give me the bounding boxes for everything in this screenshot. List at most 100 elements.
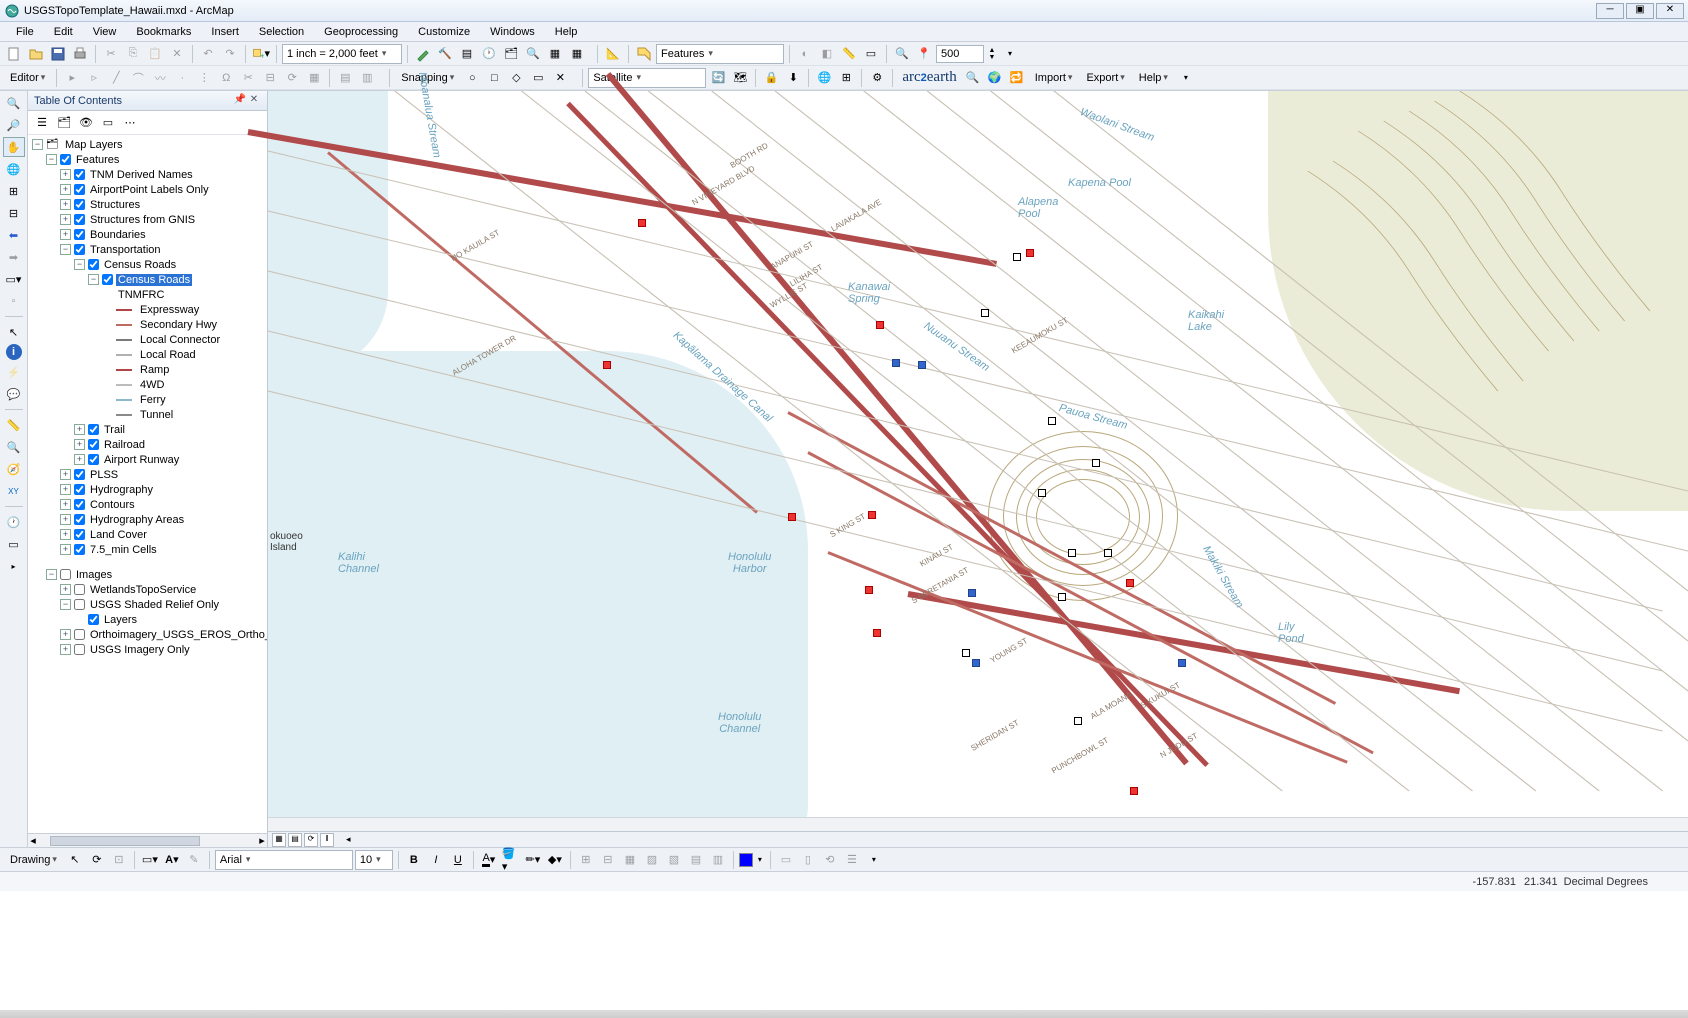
expand-toggle[interactable]: + (60, 229, 71, 240)
toc-symbol-class[interactable]: Secondary Hwy (28, 317, 267, 332)
menu-insert[interactable]: Insert (201, 24, 249, 40)
expand-toggle[interactable]: − (46, 569, 57, 580)
graphic-ops2[interactable]: ▨ (642, 850, 662, 870)
expand-toggle[interactable]: + (60, 469, 71, 480)
toc-layer[interactable]: +Structures from GNIS (28, 212, 267, 227)
toc-layer[interactable]: +7.5_min Cells (28, 542, 267, 557)
expand-toggle[interactable]: + (60, 629, 71, 640)
editor-toolbar-btn[interactable] (413, 44, 433, 64)
order-button[interactable]: ☰ (842, 850, 862, 870)
toc-field-heading[interactable]: TNMFRC (28, 287, 267, 302)
layer-checkbox[interactable] (60, 154, 71, 165)
toc-options[interactable]: ⋯ (120, 113, 140, 133)
layer-checkbox[interactable] (74, 599, 85, 610)
xy-button[interactable]: 📍 (914, 44, 934, 64)
modelbuilder-button[interactable]: 🕐 (479, 44, 499, 64)
snap-intersection[interactable]: ✕ (550, 68, 570, 88)
expand-toggle[interactable]: − (60, 599, 71, 610)
search-button[interactable]: 🔍 (523, 44, 543, 64)
map-scale-input[interactable] (936, 45, 984, 63)
toc-layer[interactable]: +Contours (28, 497, 267, 512)
close-button[interactable]: ✕ (1656, 3, 1684, 19)
pause-drawing-button[interactable]: ‖ (320, 833, 334, 847)
a2e-export-menu[interactable]: Export (1080, 72, 1130, 84)
group-button[interactable]: ⊞ (576, 850, 596, 870)
split-tool[interactable]: ⊟ (260, 68, 280, 88)
layer-checkbox[interactable] (74, 514, 85, 525)
rotate-tool[interactable]: ⟳ (282, 68, 302, 88)
sketch-props[interactable]: ▤ (335, 68, 355, 88)
basemap-combo[interactable]: Satellite (588, 68, 706, 88)
refresh-view-button[interactable]: ⟳ (304, 833, 318, 847)
a2e-down[interactable]: ⬇ (783, 68, 803, 88)
layer-checkbox[interactable] (88, 439, 99, 450)
measure-button[interactable]: 📏 (839, 44, 859, 64)
add-data-button[interactable]: +▾ (251, 44, 271, 64)
current-fill-swatch[interactable] (739, 853, 753, 867)
goto-xy[interactable]: XY (3, 481, 25, 501)
list-by-visibility[interactable]: 👁 (76, 113, 96, 133)
a2e-search[interactable]: 🔍 (963, 68, 983, 88)
a2e-layer[interactable]: 🗺 (730, 68, 750, 88)
text-tool[interactable]: A▾ (162, 850, 182, 870)
layer-checkbox[interactable] (74, 529, 85, 540)
edit-vertices-draw[interactable]: ✎ (184, 850, 204, 870)
toc-close-button[interactable]: ✕ (247, 94, 261, 108)
expand-toggle[interactable]: + (60, 499, 71, 510)
rotate-element[interactable]: ⟳ (87, 850, 107, 870)
edit-tool[interactable]: ▸ (62, 68, 82, 88)
editor-menu[interactable]: Editor (4, 72, 51, 84)
layer-checkbox[interactable] (102, 274, 113, 285)
expand-toggle[interactable]: − (88, 274, 99, 285)
select-elements[interactable]: ↖ (3, 322, 25, 342)
find-button[interactable]: 🔍 (892, 44, 912, 64)
edit-vertices[interactable]: ⋮ (194, 68, 214, 88)
expand-toggle[interactable]: + (74, 424, 85, 435)
find-route[interactable]: 🧭 (3, 459, 25, 479)
toc-symbol-class[interactable]: Tunnel (28, 407, 267, 422)
expand-toggle[interactable]: + (74, 439, 85, 450)
toc-group-transportation[interactable]: −Transportation (28, 242, 267, 257)
point-tool[interactable]: · (172, 68, 192, 88)
a2e-arrows[interactable]: 🔁 (1007, 68, 1027, 88)
fixed-zoom-in[interactable]: ⊞ (3, 181, 25, 201)
expand-toggle[interactable]: + (60, 484, 71, 495)
toolbar-options-3[interactable]: ▾ (864, 850, 884, 870)
toc-layer[interactable]: +Land Cover (28, 527, 267, 542)
toc-layer[interactable]: +PLSS (28, 467, 267, 482)
python-button[interactable]: ▤ (457, 44, 477, 64)
paste-button[interactable]: 📋 (145, 44, 165, 64)
toc-layer[interactable]: +Hydrography (28, 482, 267, 497)
rectangle-tool[interactable]: ▭▾ (140, 850, 160, 870)
toc-layer[interactable]: +USGS Imagery Only (28, 642, 267, 657)
toc-symbol-class[interactable]: 4WD (28, 377, 267, 392)
marker-color-button[interactable]: ◆▾ (545, 850, 565, 870)
layer-checkbox[interactable] (74, 584, 85, 595)
results-button[interactable]: ▦ (567, 44, 587, 64)
catalog-button[interactable]: 🗂 (501, 44, 521, 64)
layer-checkbox[interactable] (74, 469, 85, 480)
list-by-drawing-order[interactable]: ☰ (32, 113, 52, 133)
expand-toggle[interactable]: + (60, 514, 71, 525)
attributes-button[interactable]: ▦ (304, 68, 324, 88)
toc-symbol-class[interactable]: Local Connector (28, 332, 267, 347)
menu-help[interactable]: Help (545, 24, 588, 40)
toc-layer-census-roads-sel[interactable]: −Census Roads (28, 272, 267, 287)
toc-layer[interactable]: +TNM Derived Names (28, 167, 267, 182)
open-button[interactable] (26, 44, 46, 64)
layer-checkbox[interactable] (74, 484, 85, 495)
graphic-ops3[interactable]: ▧ (664, 850, 684, 870)
table-button[interactable]: ▦ (545, 44, 565, 64)
fixed-zoom-out[interactable]: ⊟ (3, 203, 25, 223)
hyperlink-tool[interactable]: ⚡ (3, 362, 25, 382)
toc-layer[interactable]: +Airport Runway (28, 452, 267, 467)
copy-button[interactable]: ⎘ (123, 44, 143, 64)
layer-checkbox[interactable] (88, 424, 99, 435)
bold-button[interactable]: B (404, 850, 424, 870)
a2e-globe[interactable]: 🌐 (814, 68, 834, 88)
toc-sublayer[interactable]: Layers (28, 612, 267, 627)
rotate-flip[interactable]: ⟲ (820, 850, 840, 870)
layer-checkbox[interactable] (74, 214, 85, 225)
toc-tree[interactable]: −🗂Map Layers−Features+TNM Derived Names+… (28, 135, 267, 833)
toc-symbol-class[interactable]: Expressway (28, 302, 267, 317)
